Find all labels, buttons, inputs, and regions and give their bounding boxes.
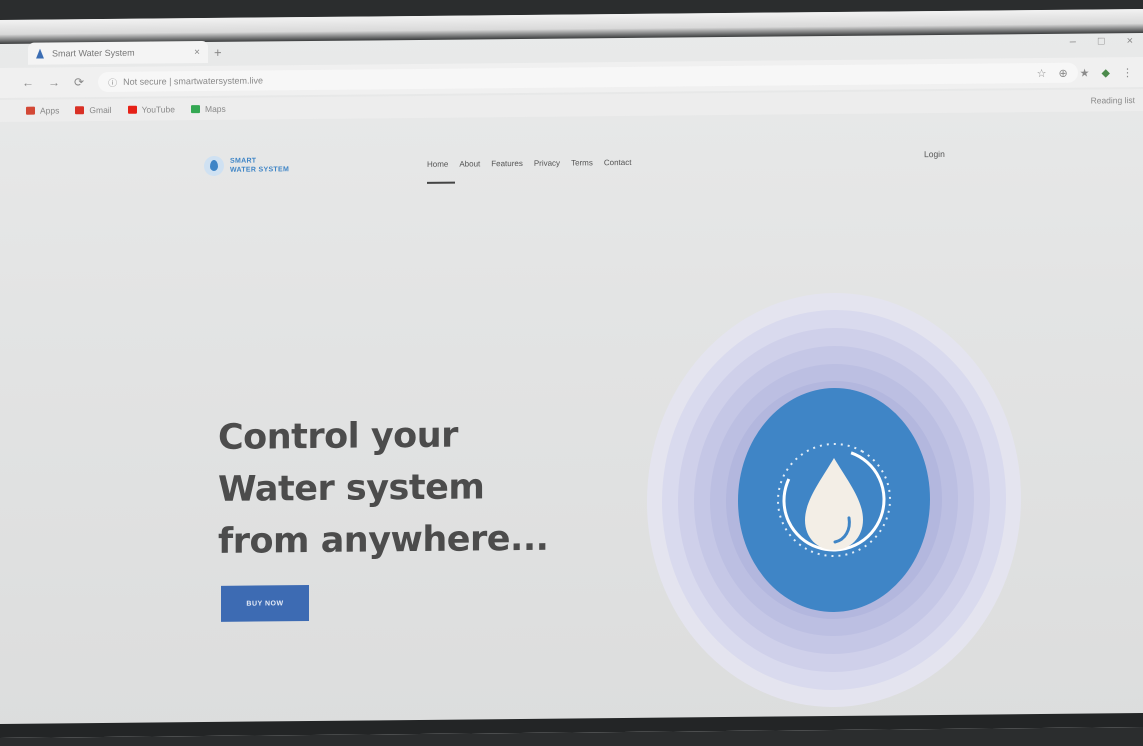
nav-privacy[interactable]: Privacy — [534, 159, 560, 168]
forward-button[interactable]: → — [48, 75, 60, 89]
login-link[interactable]: Login — [924, 149, 945, 159]
menu-kebab-icon[interactable]: ⋮ — [1122, 66, 1133, 79]
logo-text: SMART WATER SYSTEM — [230, 156, 289, 175]
zoom-icon[interactable]: ⊕ — [1058, 66, 1067, 79]
reload-button[interactable]: ⟳ — [74, 75, 84, 89]
minimize-button[interactable]: – — [1070, 36, 1076, 48]
reading-list-button[interactable]: Reading list — [1091, 95, 1135, 105]
bookmark-apps[interactable]: Apps — [26, 105, 60, 116]
new-tab-button[interactable]: + — [214, 44, 222, 59]
site-favicon-icon — [36, 49, 44, 59]
hero-line-2: Water system — [218, 467, 485, 510]
monitor-screen: Smart Water System × + – □ × ← → ⟳ ⓘ Not… — [0, 9, 1143, 739]
nav-contact[interactable]: Contact — [604, 158, 632, 167]
window-close-button[interactable]: × — [1127, 35, 1133, 47]
apps-icon — [26, 106, 35, 115]
bookmark-star-icon[interactable]: ☆ — [1037, 66, 1047, 79]
maximize-button[interactable]: □ — [1098, 35, 1105, 47]
bookmark-label: Apps — [40, 105, 60, 116]
nav-features[interactable]: Features — [491, 159, 523, 168]
nav-home[interactable]: Home — [427, 160, 448, 169]
toolbar-icons: ☆ ⊕ ★ ◆ ⋮ — [1037, 66, 1133, 80]
bookmark-maps[interactable]: Maps — [190, 103, 226, 115]
site-header: SMART WATER SYSTEM Home About Features P… — [0, 113, 1143, 194]
bookmark-gmail[interactable]: Gmail — [75, 104, 112, 116]
tab-title: Smart Water System — [52, 47, 135, 59]
logo-line-2: WATER SYSTEM — [230, 166, 290, 174]
main-nav: Home About Features Privacy Terms Contac… — [427, 158, 631, 169]
nav-about[interactable]: About — [459, 159, 480, 168]
hero-graphic — [645, 286, 1023, 710]
browser-tab[interactable]: Smart Water System × — [28, 41, 208, 65]
bookmark-label: Maps — [204, 103, 226, 115]
site-logo[interactable]: SMART WATER SYSTEM — [204, 155, 289, 177]
website: SMART WATER SYSTEM Home About Features P… — [0, 113, 1143, 724]
profile-icon[interactable]: ◆ — [1102, 66, 1110, 79]
nav-terms[interactable]: Terms — [571, 158, 593, 167]
logo-drop-icon — [204, 155, 224, 177]
water-ripple-graphic — [647, 292, 1021, 708]
bookmark-label: Gmail — [89, 104, 112, 116]
gmail-icon — [75, 106, 85, 115]
youtube-icon — [127, 105, 137, 114]
extensions-icon[interactable]: ★ — [1080, 66, 1090, 79]
window-controls: – □ × — [1070, 35, 1133, 48]
info-icon[interactable]: ⓘ — [108, 75, 117, 88]
bookmark-label: YouTube — [141, 104, 175, 115]
bookmark-youtube[interactable]: YouTube — [127, 104, 175, 115]
maps-icon — [190, 105, 200, 114]
address-text: Not secure | smartwatersystem.live — [123, 75, 263, 87]
address-bar[interactable]: ⓘ Not secure | smartwatersystem.live — [98, 62, 1079, 93]
hero-title: Control your Water system from anywhere.… — [218, 409, 548, 568]
back-button[interactable]: ← — [22, 76, 34, 90]
buy-now-button[interactable]: BUY NOW — [221, 585, 309, 622]
hero-line-3: from anywhere... — [218, 518, 549, 562]
tab-close-icon[interactable]: × — [194, 47, 200, 58]
hero-line-1: Control your — [218, 415, 458, 458]
